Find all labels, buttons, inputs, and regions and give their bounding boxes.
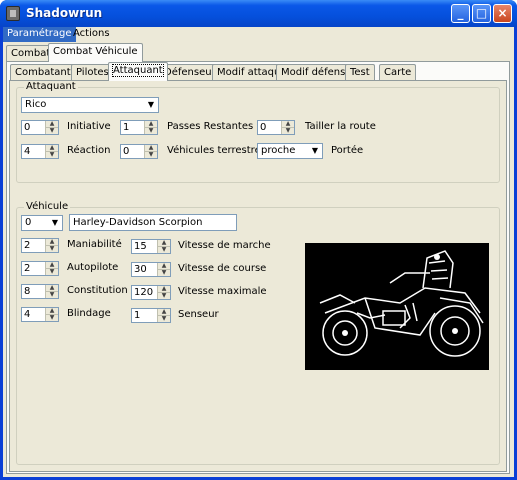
stepper-down-icon[interactable]: ▼ [144, 128, 157, 134]
vehicules-stepper[interactable]: 0 ▲ ▼ [120, 144, 158, 159]
senseur-label: Senseur [178, 309, 219, 320]
stepper-down-icon[interactable]: ▼ [157, 293, 170, 299]
vitesse-max-label: Vitesse maximale [178, 286, 267, 297]
stepper-down-icon[interactable]: ▼ [157, 270, 170, 276]
chevron-down-icon[interactable]: ▼ [144, 98, 158, 112]
vitesse-marche-label: Vitesse de marche [178, 240, 271, 251]
tab-combat-vehicule-label: Combat Véhicule [53, 46, 138, 57]
tab-combat-label: Combat [11, 48, 51, 59]
vitesse-course-value: 30 [134, 264, 147, 275]
autopilote-value: 2 [24, 263, 31, 274]
stepper-down-icon[interactable]: ▼ [45, 269, 58, 275]
tailler-stepper[interactable]: 0 ▲ ▼ [257, 120, 295, 135]
attaquant-page: Attaquant Rico ▼ 0 ▲ ▼ Initiative 1 ▲ ▼ Pa [9, 80, 507, 472]
app-window: Shadowrun _ □ × Paramétrage Actions Comb… [0, 0, 517, 480]
tab-attaquant[interactable]: Attaquant [108, 62, 168, 81]
title-bar[interactable]: Shadowrun _ □ × [0, 0, 517, 27]
combat-vehicule-panel: Combatants Pilotes Attaquant Défenseur M… [6, 61, 510, 474]
attaquant-select-value: Rico [25, 99, 47, 110]
reaction-value: 4 [24, 146, 31, 157]
blindage-stepper[interactable]: 4 ▲ ▼ [21, 307, 59, 322]
attaquant-group-title: Attaquant [24, 81, 78, 92]
blindage-label: Blindage [67, 308, 111, 319]
initiative-label: Initiative [67, 121, 111, 132]
chevron-down-icon[interactable]: ▼ [308, 144, 322, 158]
vitesse-course-label: Vitesse de course [178, 263, 267, 274]
stepper-down-icon[interactable]: ▼ [157, 316, 170, 322]
attaquant-select[interactable]: Rico ▼ [21, 97, 159, 113]
vehicules-label: Véhicules terrestres [167, 145, 266, 156]
senseur-stepper[interactable]: 1 ▲ ▼ [131, 308, 171, 323]
tab-test[interactable]: Test [345, 64, 375, 81]
passes-stepper[interactable]: 1 ▲ ▼ [120, 120, 158, 135]
menu-actions[interactable]: Actions [69, 27, 114, 42]
autopilote-stepper[interactable]: 2 ▲ ▼ [21, 261, 59, 276]
vitesse-max-value: 120 [134, 287, 154, 298]
tab-carte-label: Carte [384, 67, 412, 78]
stepper-down-icon[interactable]: ▼ [45, 246, 58, 252]
passes-label: Passes Restantes [167, 121, 254, 132]
window-title: Shadowrun [26, 6, 103, 20]
senseur-value: 1 [134, 310, 141, 321]
client-area: Paramétrage Actions Combat Combat Véhicu… [3, 27, 514, 477]
reaction-label: Réaction [67, 145, 111, 156]
initiative-stepper[interactable]: 0 ▲ ▼ [21, 120, 59, 135]
portee-value: proche [261, 145, 296, 156]
maniabilite-value: 2 [24, 240, 31, 251]
vehicule-name-value: Harley-Davidson Scorpion [73, 217, 203, 228]
tab-combat-vehicule[interactable]: Combat Véhicule [48, 43, 143, 62]
vehicule-group-title: Véhicule [24, 201, 71, 212]
maximize-button[interactable]: □ [472, 4, 491, 23]
minimize-button[interactable]: _ [451, 4, 470, 23]
autopilote-label: Autopilote [67, 262, 119, 273]
reaction-stepper[interactable]: 4 ▲ ▼ [21, 144, 59, 159]
tab-attaquant-label: Attaquant [112, 64, 164, 77]
stepper-down-icon[interactable]: ▼ [45, 292, 58, 298]
attaquant-group: Attaquant Rico ▼ 0 ▲ ▼ Initiative 1 ▲ ▼ Pa [16, 81, 500, 183]
blindage-value: 4 [24, 309, 31, 320]
vehicule-name-field[interactable]: Harley-Davidson Scorpion [69, 214, 237, 231]
vehicule-index-select[interactable]: 0 ▼ [21, 215, 63, 231]
stepper-down-icon[interactable]: ▼ [157, 247, 170, 253]
chevron-down-icon[interactable]: ▼ [48, 216, 62, 230]
stepper-down-icon[interactable]: ▼ [144, 152, 157, 158]
app-icon[interactable] [6, 6, 20, 21]
vitesse-max-stepper[interactable]: 120 ▲ ▼ [131, 285, 171, 300]
tab-modif-defense-label: Modif défense [281, 67, 352, 78]
vehicle-image [305, 243, 489, 370]
portee-label: Portée [331, 145, 364, 156]
vitesse-marche-value: 15 [134, 241, 147, 252]
menu-bar: Paramétrage Actions [3, 27, 514, 43]
tab-carte[interactable]: Carte [379, 64, 417, 81]
constitution-value: 8 [24, 286, 31, 297]
vehicules-value: 0 [123, 146, 130, 157]
passes-value: 1 [123, 122, 130, 133]
initiative-value: 0 [24, 122, 31, 133]
constitution-label: Constitution [67, 285, 128, 296]
portee-select[interactable]: proche ▼ [257, 143, 323, 159]
tab-defenseur-label: Défenseur [164, 67, 216, 78]
menu-parametrage[interactable]: Paramétrage [3, 27, 76, 42]
stepper-down-icon[interactable]: ▼ [45, 152, 58, 158]
vehicule-group: Véhicule 0 ▼ Harley-Davidson Scorpion 2 … [16, 201, 500, 465]
stepper-down-icon[interactable]: ▼ [45, 315, 58, 321]
tailler-value: 0 [260, 122, 267, 133]
stepper-down-icon[interactable]: ▼ [281, 128, 294, 134]
maniabilite-label: Maniabilité [67, 239, 122, 250]
tab-pilotes-label: Pilotes [76, 67, 109, 78]
tab-test-label: Test [350, 67, 370, 78]
vitesse-marche-stepper[interactable]: 15 ▲ ▼ [131, 239, 171, 254]
vehicule-index-value: 0 [25, 217, 32, 228]
constitution-stepper[interactable]: 8 ▲ ▼ [21, 284, 59, 299]
motorcycle-drawing [319, 250, 484, 357]
tailler-label: Tailler la route [305, 121, 376, 132]
vitesse-course-stepper[interactable]: 30 ▲ ▼ [131, 262, 171, 277]
stepper-down-icon[interactable]: ▼ [45, 128, 58, 134]
close-button[interactable]: × [493, 4, 512, 23]
maniabilite-stepper[interactable]: 2 ▲ ▼ [21, 238, 59, 253]
tab-combatants-label: Combatants [15, 67, 76, 78]
